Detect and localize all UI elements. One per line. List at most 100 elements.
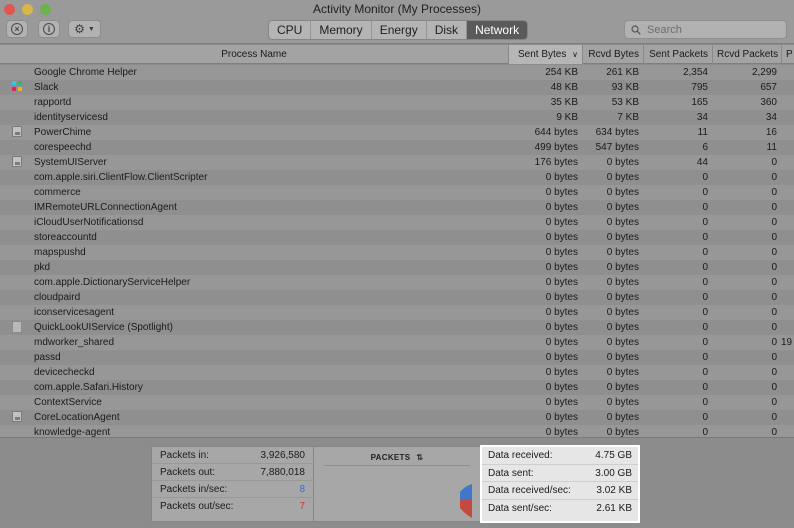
table-row[interactable]: pkd 0 bytes 0 bytes 0 0 [0, 260, 794, 275]
table-row[interactable]: CoreLocationAgent 0 bytes 0 bytes 0 0 [0, 410, 794, 425]
process-name: ContextService [34, 397, 102, 408]
stop-process-button[interactable]: × [6, 20, 28, 38]
column-header-rcvd-packets[interactable]: Rcvd Packets [712, 45, 781, 64]
table-row[interactable]: com.apple.DictionaryServiceHelper 0 bytes… [0, 275, 794, 290]
column-header-sent-packets[interactable]: Sent Packets [643, 45, 712, 64]
rcvd-bytes: 634 bytes [595, 127, 639, 138]
sent-packets: 0 [702, 172, 708, 183]
table-row[interactable]: passd 0 bytes 0 bytes 0 0 [0, 350, 794, 365]
tab-energy[interactable]: Energy [372, 21, 427, 39]
extra-value [781, 320, 794, 335]
extra-value [781, 230, 794, 245]
process-name: corespeechd [34, 142, 92, 153]
rcvd-packets: 0 [771, 412, 777, 423]
sent-bytes: 0 bytes [545, 217, 578, 228]
extra-value [781, 410, 794, 425]
document-icon [12, 321, 24, 333]
sent-bytes: 0 bytes [545, 262, 578, 273]
table-row[interactable]: knowledge-agent 0 bytes 0 bytes 0 0 [0, 425, 794, 437]
search-input[interactable] [647, 23, 777, 36]
column-header-sent-bytes[interactable]: Sent Bytes ∨ [508, 45, 582, 64]
app-icon [12, 156, 24, 168]
data-sent-sec-value: 2.61 KB [596, 502, 632, 514]
summary-pane: Packets in: 3,926,580 Packets out: 7,880… [0, 437, 794, 528]
inspect-process-button[interactable]: i [38, 20, 60, 38]
process-name: rapportd [34, 97, 72, 108]
data-sent-sec-row: Data sent/sec: 2.61 KB [482, 500, 638, 518]
rcvd-packets: 0 [771, 322, 777, 333]
table-row[interactable]: mapspushd 0 bytes 0 bytes 0 0 [0, 245, 794, 260]
extra-value [781, 290, 794, 305]
sent-packets: 0 [702, 247, 708, 258]
table-row[interactable]: devicecheckd 0 bytes 0 bytes 0 0 [0, 365, 794, 380]
tab-disk[interactable]: Disk [427, 21, 468, 39]
process-name: commerce [34, 187, 81, 198]
packets-out-sec-row: Packets out/sec: 7 [152, 498, 313, 515]
extra-value [781, 215, 794, 230]
table-row[interactable]: com.apple.Safari.History 0 bytes 0 bytes 0 0 [0, 380, 794, 395]
table-row[interactable]: rapportd 35 KB 53 KB 165 360 [0, 95, 794, 110]
table-row[interactable]: Slack 48 KB 93 KB 795 657 [0, 80, 794, 95]
process-name: pkd [34, 262, 51, 273]
rcvd-bytes: 0 bytes [606, 247, 639, 258]
table-row[interactable]: mdworker_shared 0 bytes 0 bytes 0 0 19 [0, 335, 794, 350]
process-name: PowerChime [34, 127, 92, 138]
tab-cpu[interactable]: CPU [269, 21, 312, 39]
packets-graph: PACKETS ⇅ [314, 446, 480, 522]
slack-app-icon [12, 81, 24, 93]
process-name: devicecheckd [34, 367, 95, 378]
graph-mode-selector[interactable]: PACKETS ⇅ [324, 453, 470, 466]
sent-bytes: 48 KB [550, 82, 578, 93]
tab-network[interactable]: Network [467, 21, 528, 39]
action-menu-button[interactable]: ⚙ ▼ [68, 20, 101, 38]
table-row[interactable]: Google Chrome Helper 254 KB 261 KB 2,354 2,2… [0, 65, 794, 80]
table-row[interactable]: IMRemoteURLConnectionAgent 0 bytes 0 bytes… [0, 200, 794, 215]
column-header-process-name[interactable]: Process Name [0, 45, 508, 64]
packets-summary: Packets in: 3,926,580 Packets out: 7,880… [151, 446, 314, 522]
data-received-sec-label: Data received/sec: [488, 485, 571, 496]
table-row[interactable]: commerce 0 bytes 0 bytes 0 0 [0, 185, 794, 200]
table-row[interactable]: iconservicesagent 0 bytes 0 bytes 0 0 [0, 305, 794, 320]
table-row[interactable]: ContextService 0 bytes 0 bytes 0 0 [0, 395, 794, 410]
table-row[interactable]: com.apple.siri.ClientFlow.ClientScripter… [0, 170, 794, 185]
packets-in-value: 3,926,580 [260, 450, 306, 461]
process-name: identityservicesd [34, 112, 108, 123]
process-name: IMRemoteURLConnectionAgent [34, 202, 177, 213]
sent-bytes: 0 bytes [545, 367, 578, 378]
packets-in-sec-label: Packets in/sec: [160, 484, 228, 495]
sent-bytes: 0 bytes [545, 397, 578, 408]
rcvd-bytes: 0 bytes [606, 412, 639, 423]
process-name: cloudpaird [34, 292, 81, 303]
table-row[interactable]: storeaccountd 0 bytes 0 bytes 0 0 [0, 230, 794, 245]
extra-value: 19 [781, 337, 793, 348]
table-row[interactable]: cloudpaird 0 bytes 0 bytes 0 0 [0, 290, 794, 305]
table-row[interactable]: QuickLookUIService (Spotlight) 0 bytes 0 b… [0, 320, 794, 335]
rcvd-packets: 34 [765, 112, 777, 123]
tab-memory[interactable]: Memory [311, 21, 372, 39]
chevron-down-icon: ▼ [87, 25, 95, 33]
process-name: Google Chrome Helper [34, 67, 137, 78]
sent-bytes: 0 bytes [545, 322, 578, 333]
search-box[interactable] [624, 20, 787, 39]
table-row[interactable]: SystemUIServer 176 bytes 0 bytes 44 0 [0, 155, 794, 170]
title-bar: Activity Monitor (My Processes) × i ⚙ ▼ … [0, 0, 794, 44]
process-name: Slack [34, 82, 59, 93]
sent-bytes: 0 bytes [545, 277, 578, 288]
table-row[interactable]: corespeechd 499 bytes 547 bytes 6 11 [0, 140, 794, 155]
table-row[interactable]: iCloudUserNotificationsd 0 bytes 0 bytes 0 0 [0, 215, 794, 230]
packets-out-trace [460, 500, 472, 518]
rcvd-bytes: 0 bytes [606, 172, 639, 183]
extra-value [781, 95, 794, 110]
rcvd-packets: 0 [771, 427, 777, 437]
column-header-extra[interactable]: P [781, 45, 794, 64]
process-name: storeaccountd [34, 232, 97, 243]
table-row[interactable]: identityservicesd 9 KB 7 KB 34 34 [0, 110, 794, 125]
extra-value [781, 200, 794, 215]
table-row[interactable]: PowerChime 644 bytes 634 bytes 11 16 [0, 125, 794, 140]
packets-out-value: 7,880,018 [260, 467, 306, 478]
sent-bytes: 176 bytes [534, 157, 578, 168]
column-header-rcvd-bytes[interactable]: Rcvd Bytes [582, 45, 643, 64]
extra-value [781, 380, 794, 395]
graph-mode-label: PACKETS [370, 453, 411, 462]
rcvd-packets: 0 [771, 382, 777, 393]
